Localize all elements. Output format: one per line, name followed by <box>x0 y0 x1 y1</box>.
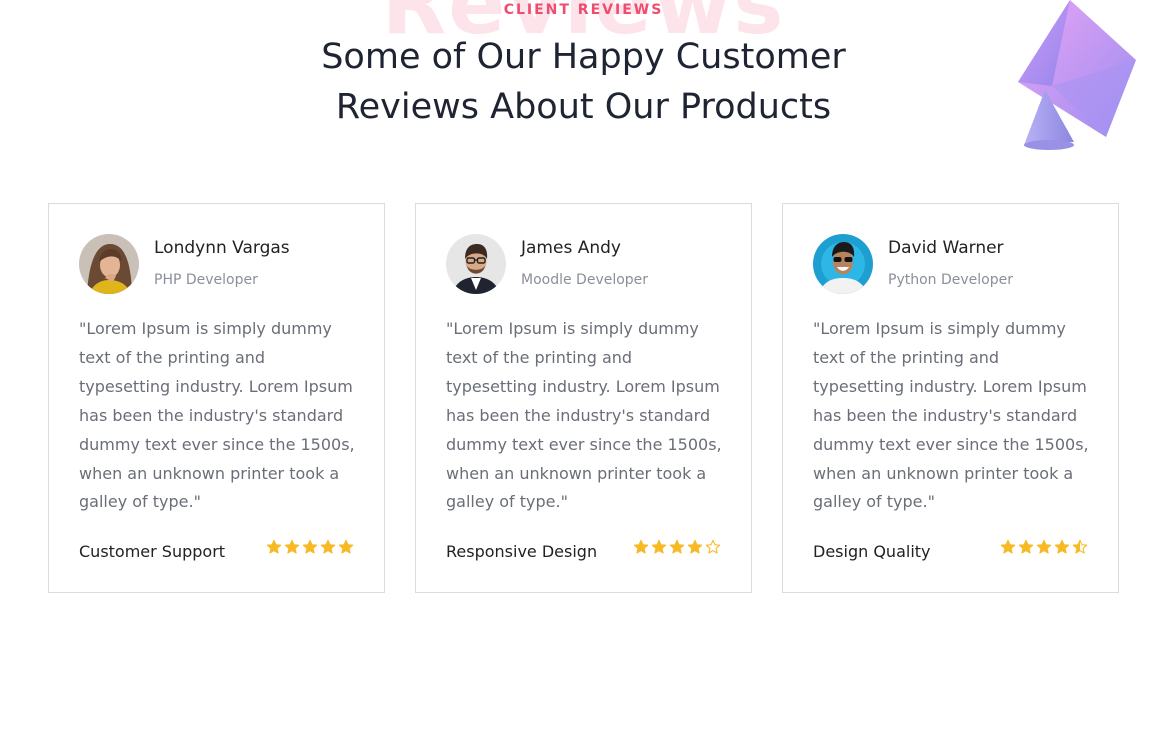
star-full-icon <box>633 539 649 554</box>
woman-portrait-avatar-icon <box>79 234 139 294</box>
star-full-icon <box>1054 539 1070 554</box>
reviewer-role: PHP Developer <box>154 272 258 288</box>
star-full-icon <box>651 539 667 554</box>
section-title-line-2: Reviews About Our Products <box>335 87 832 127</box>
reviews-header: Reviews CLIENT REVIEWS Some of Our Happy… <box>0 0 1167 170</box>
man-glasses-portrait-avatar-icon <box>446 234 506 294</box>
avatar <box>79 234 139 294</box>
review-text: "Lorem Ipsum is simply dummy text of the… <box>79 319 355 512</box>
reviewer-name: Londynn Vargas <box>154 238 290 258</box>
star-full-icon <box>284 539 300 554</box>
review-category: Design Quality <box>813 542 931 561</box>
section-title-line-1: Some of Our Happy Customer <box>321 37 846 77</box>
star-rating <box>1000 539 1088 555</box>
star-full-icon <box>338 539 354 554</box>
avatar <box>446 234 506 294</box>
star-empty-icon <box>705 539 721 554</box>
reviewer-name: James Andy <box>521 238 621 258</box>
star-full-icon <box>687 539 703 554</box>
man-sunglasses-portrait-avatar-icon <box>813 234 873 294</box>
review-card: Londynn Vargas PHP Developer "Lorem Ipsu… <box>48 203 385 593</box>
reviewer-name: David Warner <box>888 238 1004 258</box>
star-full-icon <box>669 539 685 554</box>
star-full-icon <box>302 539 318 554</box>
reviewer-role: Moodle Developer <box>521 272 649 288</box>
star-full-icon <box>1036 539 1052 554</box>
section-eyebrow: CLIENT REVIEWS <box>503 2 664 18</box>
section-title: Some of Our Happy Customer Reviews About… <box>0 32 1167 132</box>
review-category: Customer Support <box>79 542 226 561</box>
review-text: "Lorem Ipsum is simply dummy text of the… <box>446 319 722 512</box>
review-category: Responsive Design <box>446 542 598 561</box>
crystal-cone-decoration-icon <box>1018 0 1136 150</box>
star-full-icon <box>266 539 282 554</box>
review-card: James Andy Moodle Developer "Lorem Ipsum… <box>415 203 752 593</box>
star-half-icon <box>1072 539 1088 554</box>
avatar <box>813 234 873 294</box>
star-rating <box>633 539 721 555</box>
reviews-card-list: Londynn Vargas PHP Developer "Lorem Ipsu… <box>48 203 1119 593</box>
star-rating <box>266 539 354 555</box>
star-full-icon <box>1000 539 1016 554</box>
review-card: David Warner Python Developer "Lorem Ips… <box>782 203 1119 593</box>
review-text: "Lorem Ipsum is simply dummy text of the… <box>813 319 1089 512</box>
star-full-icon <box>320 539 336 554</box>
reviewer-role: Python Developer <box>888 272 1013 288</box>
star-full-icon <box>1018 539 1034 554</box>
